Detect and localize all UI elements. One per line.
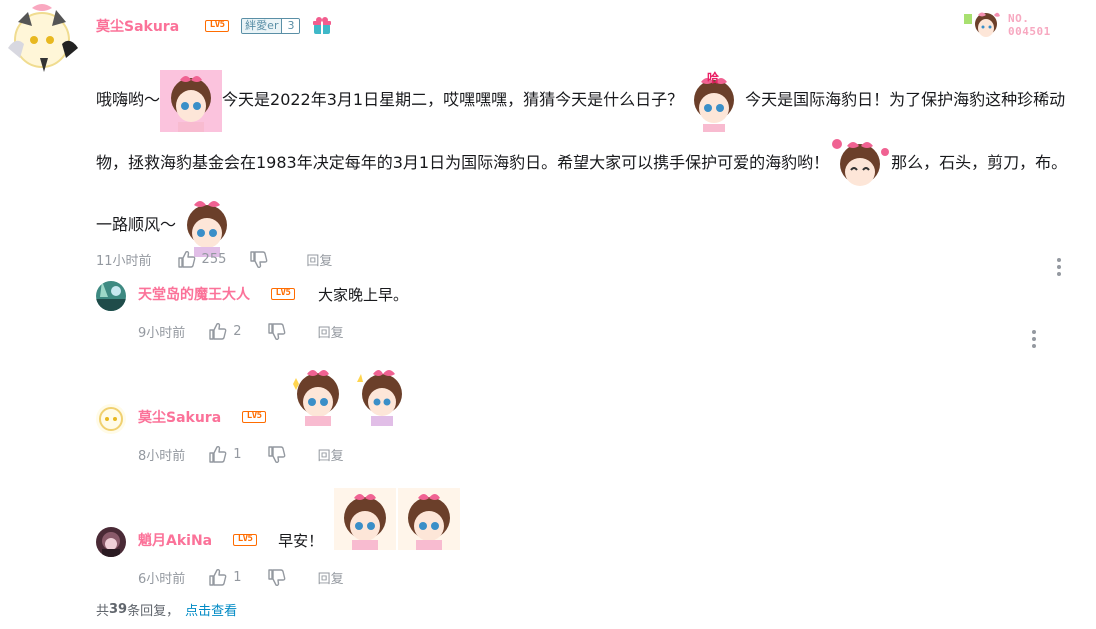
svg-text:哈: 哈 (707, 70, 719, 85)
reply-like-count: 1 (233, 446, 242, 462)
reply-dislike-button[interactable] (267, 445, 286, 463)
reply-actions: 6小时前 1 回复 (138, 568, 344, 587)
reply-username[interactable]: 魈月AkiNa (138, 530, 212, 550)
reply-username[interactable]: 天堂岛的魔王大人 (138, 284, 250, 304)
reply-actions: 8小时前 1 回复 (138, 445, 344, 464)
thumb-down-icon (267, 322, 285, 340)
reply-like-count: 2 (233, 323, 242, 339)
reply-time: 9小时前 (138, 325, 186, 341)
number-badge-character-icon (964, 12, 1000, 37)
root-like-count: 255 (201, 251, 227, 267)
root-comment-content: 哦嗨哟～ 今天是2022年3月1日星期二，哎嘿嘿嘿，猜猜今天是什么日子？ 哈 今… (96, 69, 1076, 257)
reply-like-count: 1 (233, 569, 242, 585)
reply-emotes (287, 364, 413, 426)
fan-medal-name: 絆愛er (242, 19, 282, 33)
reply-avatar[interactable] (96, 404, 126, 434)
root-time: 11小时前 (96, 253, 152, 269)
number-badge-label: NO. (1008, 12, 1030, 25)
level-badge: LV5 (233, 534, 258, 546)
thumb-up-icon (209, 568, 227, 586)
emote-sticker (398, 488, 460, 550)
reply-dislike-button[interactable] (267, 568, 286, 586)
thumb-down-icon (267, 445, 285, 463)
root-comment-actions: 11小时前 255 回复 (96, 250, 332, 269)
fan-medal-badge[interactable]: 絆愛er 3 (241, 18, 301, 34)
root-reply-button[interactable]: 回复 (306, 250, 332, 269)
reply-dislike-button[interactable] (267, 322, 286, 340)
reply-text: 大家晚上早。 (318, 285, 409, 304)
reply-emotes (334, 488, 460, 550)
thumb-up-icon (209, 445, 227, 463)
reply-header: 莫尘Sakura LV5 (138, 407, 267, 427)
root-username[interactable]: 莫尘Sakura (96, 16, 179, 36)
number-badge-number: 004501 (1008, 25, 1051, 38)
reply-time: 8小时前 (138, 448, 186, 464)
root-more-icon[interactable] (1057, 258, 1061, 279)
thumb-up-icon (209, 322, 227, 340)
level-badge: LV5 (205, 20, 230, 32)
thumb-down-icon (267, 568, 285, 586)
emote-sticker (287, 364, 349, 426)
reply-header: 天堂岛的魔王大人 LV5 大家晚上早。 (138, 284, 408, 304)
content-text-1: 哦嗨哟～ (96, 90, 161, 109)
gift-badge-icon (312, 16, 332, 36)
content-text-2: 今天是2022年3月1日星期二，哎嘿嘿嘿，猜猜今天是什么日子？ (222, 90, 684, 109)
emote-sticker: 哈 (683, 70, 745, 132)
reply-header: 魈月AkiNa LV5 早安！ (138, 530, 323, 550)
reply-username[interactable]: 莫尘Sakura (138, 407, 221, 427)
reply-like-button[interactable]: 1 (209, 445, 242, 463)
reply-avatar[interactable] (96, 527, 126, 557)
view-all-replies-link[interactable]: 点击查看 (185, 600, 237, 619)
view-replies-footer: 共 39 条回复， 点击查看 (96, 600, 237, 619)
root-like-button[interactable]: 255 (177, 250, 227, 268)
reply-count-prefix: 共 (96, 603, 110, 619)
level-badge: LV5 (271, 288, 295, 300)
emote-sticker (334, 488, 396, 550)
reply-reply-button[interactable]: 回复 (318, 322, 344, 341)
reply-count: 39 (109, 601, 128, 617)
reply-actions: 9小时前 2 回复 (138, 322, 344, 341)
thumb-down-icon (250, 250, 268, 268)
thumb-up-icon (177, 250, 195, 268)
root-avatar[interactable] (4, 2, 82, 76)
reply-avatar[interactable] (96, 281, 126, 311)
reply-time: 6小时前 (138, 571, 186, 587)
reply-like-button[interactable]: 2 (209, 322, 242, 340)
emote-sticker (829, 132, 891, 194)
emote-sticker (351, 364, 413, 426)
reply-text: 早安！ (278, 531, 324, 550)
number-badge: NO. 004501 (964, 10, 1064, 42)
emote-sticker (160, 69, 223, 132)
reply-count-suffix: 条回复， (127, 603, 180, 619)
reply-more-icon[interactable] (1032, 330, 1036, 351)
reply-like-button[interactable]: 1 (209, 568, 242, 586)
root-dislike-button[interactable] (250, 250, 268, 268)
emote-sticker (176, 195, 238, 257)
reply-reply-button[interactable]: 回复 (318, 445, 344, 464)
fan-medal-level: 3 (281, 19, 300, 33)
level-badge: LV5 (242, 411, 267, 423)
reply-reply-button[interactable]: 回复 (318, 568, 344, 587)
root-comment-header: 莫尘Sakura LV5 絆愛er 3 (96, 16, 332, 36)
